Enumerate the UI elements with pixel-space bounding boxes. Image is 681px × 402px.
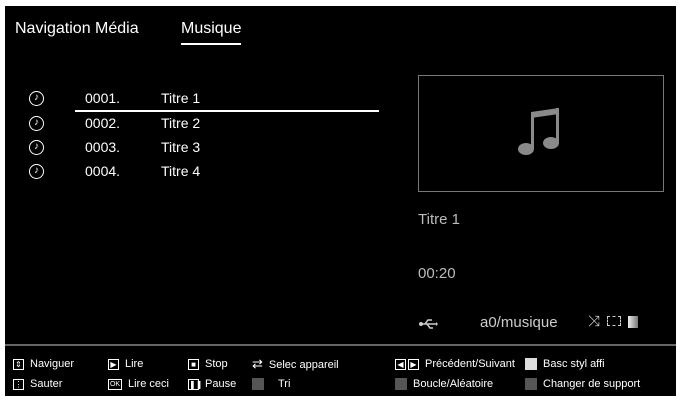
music-note-icon: ♪ [29, 116, 44, 131]
grey-key-icon [525, 378, 537, 391]
progress-icon [628, 316, 638, 328]
legend-divider [5, 344, 676, 346]
track-title: Titre 3 [161, 139, 201, 155]
music-note-icon [518, 108, 559, 155]
number-keys-icon: ⋮ [13, 378, 24, 390]
now-playing-title: Titre 1 [418, 211, 460, 228]
legend-precedent-suivant: ◀ ▶ Précédent/Suivant [395, 356, 515, 372]
track-number: 0003. [85, 139, 121, 155]
track-title: Titre 4 [161, 163, 201, 179]
track-title: Titre 1 [161, 90, 201, 106]
shuffle-icon: ⤨ [588, 313, 601, 330]
music-note-icon: ♪ [29, 91, 44, 106]
selection-underline [75, 110, 379, 112]
status-bar: a0/musique ⤨ [418, 313, 668, 334]
track-number: 0004. [85, 163, 121, 179]
pause-icon: ❚❚ [188, 378, 203, 390]
album-art-panel [418, 75, 664, 192]
repeat-icon [607, 316, 621, 326]
grey-key-icon [395, 378, 407, 391]
ok-key: OK [108, 378, 122, 390]
swap-arrows-icon: ⇄ [252, 356, 263, 371]
play-icon: ▶ [108, 358, 119, 370]
legend-sauter: ⋮ Sauter [13, 378, 63, 390]
track-title: Titre 2 [161, 115, 201, 131]
tab-musique[interactable]: Musique [181, 20, 242, 45]
nav-title: Navigation Média [15, 20, 139, 37]
track-number: 0001. [85, 90, 121, 106]
elapsed-time: 00:20 [418, 265, 456, 282]
legend-tri: Tri [252, 376, 290, 392]
grey-key-icon [252, 378, 264, 391]
legend-basc-styl: Basc styl affi [525, 356, 605, 372]
legend-lire: ▶ Lire [108, 356, 143, 372]
music-note-icon: ♪ [29, 164, 44, 179]
legend-naviguer: ⇕ Naviguer [13, 356, 74, 372]
up-down-icon: ⇕ [13, 358, 24, 370]
key-legend: ⇕ Naviguer ⋮ Sauter ▶ Lire OK Lire ceci ■ Sto… [5, 347, 676, 396]
legend-selec-appareil: ⇄ Selec appareil [252, 356, 339, 371]
media-browser-screen: Navigation Média Musique ♪ 0001. Titre 1… [5, 6, 676, 396]
legend-stop: ■ Stop [188, 356, 228, 372]
white-key-icon [525, 358, 537, 371]
next-icon: ▶ [408, 358, 419, 370]
music-note-icon: ♪ [29, 140, 44, 155]
media-path: a0/musique [480, 314, 558, 331]
stop-icon: ■ [188, 358, 199, 370]
legend-changer-support: Changer de support [525, 376, 640, 392]
track-number: 0002. [85, 115, 121, 131]
legend-lire-ceci: OK Lire ceci [108, 378, 169, 390]
previous-icon: ◀ [395, 358, 406, 370]
legend-pause: ❚❚ Pause [188, 378, 237, 390]
usb-icon [419, 319, 438, 329]
legend-boucle: Boucle/Aléatoire [395, 376, 493, 392]
